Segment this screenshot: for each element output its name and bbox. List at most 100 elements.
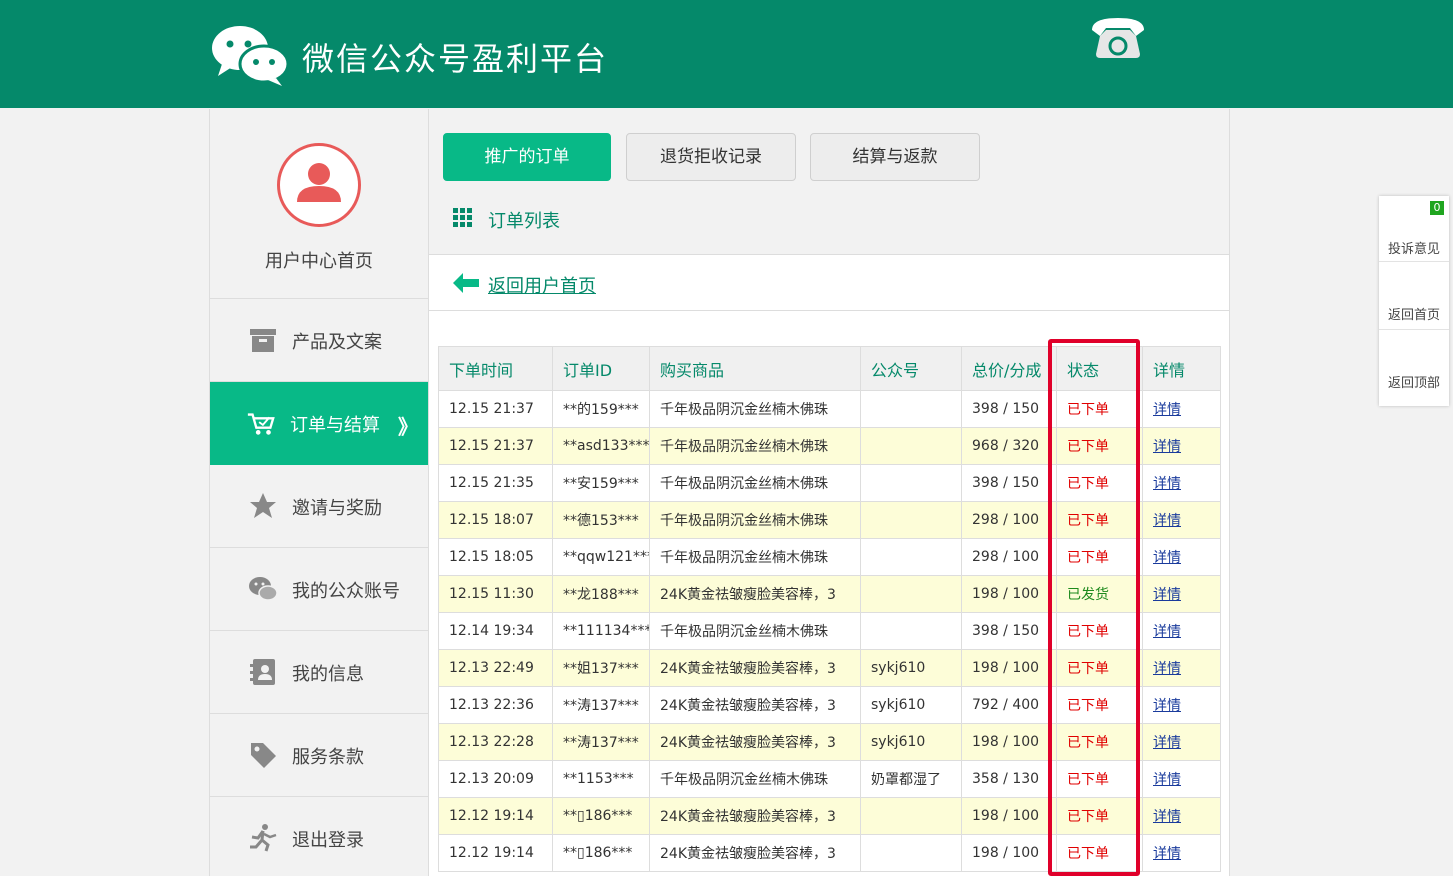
detail-link[interactable]: 详情 [1153,846,1181,862]
table-cell: **涛137*** [552,686,650,724]
status-badge: 已下单 [1056,686,1143,724]
table-cell [860,797,962,835]
table-cell: **111134*** [552,612,650,650]
status-badge: 已下单 [1056,464,1143,502]
header: 微信公众号盈利平台 [0,0,1453,108]
sidebar-item-label: 服务条款 [292,747,364,768]
detail-link[interactable]: 详情 [1153,513,1181,529]
table-cell: 千年极品阴沉金丝楠木佛珠 [649,760,861,798]
table-row: 12.15 18:07 **德153*** 千年极品阴沉金丝楠木佛珠 298 / 10… [438,501,1221,539]
table-row: 12.13 22:28 **涛137*** 24K黄金祛皱瘦脸美容棒，3 sykj61… [438,723,1221,761]
status-badge: 已下单 [1056,834,1143,872]
detail-link[interactable]: 详情 [1153,735,1181,751]
table-row: 12.12 19:14 **▯186*** 24K黄金祛皱瘦脸美容棒，3 198 / … [438,834,1221,872]
cart-icon [247,413,275,435]
sidebar-item-label: 邀请与奖励 [292,498,382,519]
order-table: 下单时间 订单ID 购买商品 公众号 总价/分成 状态 详情 12.15 21:… [438,346,1221,872]
column-header: 状态 [1056,346,1143,391]
table-row: 12.13 22:49 **姐137*** 24K黄金祛皱瘦脸美容棒，3 sykj61… [438,649,1221,687]
detail-link[interactable]: 详情 [1153,550,1181,566]
detail-link[interactable]: 详情 [1153,402,1181,418]
column-header: 详情 [1142,346,1221,391]
detail-link[interactable]: 详情 [1153,661,1181,677]
table-cell: 198 / 100 [961,797,1057,835]
status-badge: 已下单 [1056,723,1143,761]
user-center-label: 用户中心首页 [265,251,373,272]
table-cell: **▯186*** [552,797,650,835]
float-item-label: 返回顶部 [1387,376,1440,391]
table-cell [860,390,962,428]
sidebar-item-logout[interactable]: 退出登录 [210,797,428,876]
status-badge: 已下单 [1056,612,1143,650]
sidebar-item-accounts[interactable]: 我的公众账号 [210,548,428,631]
user-center-home[interactable]: 用户中心首页 [210,109,428,299]
float-item-label: 投诉意见 [1387,242,1440,257]
table-cell: 千年极品阴沉金丝楠木佛珠 [649,390,861,428]
sidebar-item-info[interactable]: 我的信息 [210,631,428,714]
table-row: 12.15 21:37 **的159*** 千年极品阴沉金丝楠木佛珠 398 / 15… [438,390,1221,428]
detail-cell: 详情 [1142,575,1221,613]
table-cell: sykj610 [860,686,962,724]
back-home-button[interactable]: 返回首页 [1379,264,1449,330]
detail-cell: 详情 [1142,686,1221,724]
sidebar-item-products[interactable]: 产品及文案 [210,299,428,382]
table-cell: 12.15 18:07 [438,501,553,539]
arrow-left-icon[interactable] [453,273,479,293]
table-cell: 千年极品阴沉金丝楠木佛珠 [649,612,861,650]
detail-link[interactable]: 详情 [1153,439,1181,455]
column-header: 总价/分成 [961,346,1057,391]
table-cell: 298 / 100 [961,501,1057,539]
detail-link[interactable]: 详情 [1153,476,1181,492]
detail-cell: 详情 [1142,427,1221,465]
detail-link[interactable]: 详情 [1153,587,1181,603]
table-cell: 12.13 22:28 [438,723,553,761]
table-cell: 12.12 19:14 [438,834,553,872]
table-cell: 198 / 100 [961,649,1057,687]
sidebar-item-invite[interactable]: 邀请与奖励 [210,465,428,548]
table-cell: 12.13 20:09 [438,760,553,798]
phone-icon[interactable] [1086,14,1150,62]
detail-link[interactable]: 详情 [1153,809,1181,825]
sidebar: 用户中心首页 产品及文案 订单与结算 》 邀请与奖励 我的公众账号 我的信息 服… [209,109,429,876]
feedback-badge: 0 [1430,201,1444,215]
feedback-button[interactable]: 0 投诉意见 [1379,196,1449,262]
back-to-home-link[interactable]: 返回用户首页 [488,272,596,298]
tab-return-records[interactable]: 退货拒收记录 [626,133,796,181]
table-cell: 12.15 18:05 [438,538,553,576]
running-man-icon [250,824,277,852]
table-cell: 792 / 400 [961,686,1057,724]
float-item-label: 返回首页 [1387,308,1440,323]
sidebar-item-terms[interactable]: 服务条款 [210,714,428,797]
status-badge: 已发货 [1056,575,1143,613]
sidebar-item-label: 我的公众账号 [292,581,400,602]
chat-bubbles-icon [249,577,278,601]
table-cell: 12.14 19:34 [438,612,553,650]
table-row: 12.15 11:30 **龙188*** 24K黄金祛皱瘦脸美容棒，3 198 / … [438,575,1221,613]
float-panel: 0 投诉意见 返回首页 返回顶部 [1379,196,1449,406]
sidebar-item-orders[interactable]: 订单与结算 》 [210,382,428,465]
column-header: 公众号 [860,346,962,391]
detail-cell: 详情 [1142,797,1221,835]
back-row: 返回用户首页 [429,255,1229,311]
back-to-top-button[interactable]: 返回顶部 [1379,332,1449,398]
table-cell [860,464,962,502]
table-row: 12.15 21:35 **安159*** 千年极品阴沉金丝楠木佛珠 398 / 15… [438,464,1221,502]
tab-settlement[interactable]: 结算与返款 [810,133,980,181]
table-cell: **安159*** [552,464,650,502]
table-cell: 398 / 150 [961,390,1057,428]
avatar[interactable] [277,143,361,227]
detail-cell: 详情 [1142,760,1221,798]
detail-link[interactable]: 详情 [1153,624,1181,640]
detail-link[interactable]: 详情 [1153,772,1181,788]
wechat-logo-icon[interactable] [210,22,290,86]
order-list-title: 订单列表 [488,211,560,232]
detail-link[interactable]: 详情 [1153,698,1181,714]
detail-cell: 详情 [1142,723,1221,761]
table-cell: 398 / 150 [961,612,1057,650]
table-cell: 千年极品阴沉金丝楠木佛珠 [649,464,861,502]
table-cell: 298 / 100 [961,538,1057,576]
status-badge: 已下单 [1056,427,1143,465]
table-cell [860,834,962,872]
tab-promoted-orders[interactable]: 推广的订单 [443,133,611,181]
table-cell: sykj610 [860,723,962,761]
